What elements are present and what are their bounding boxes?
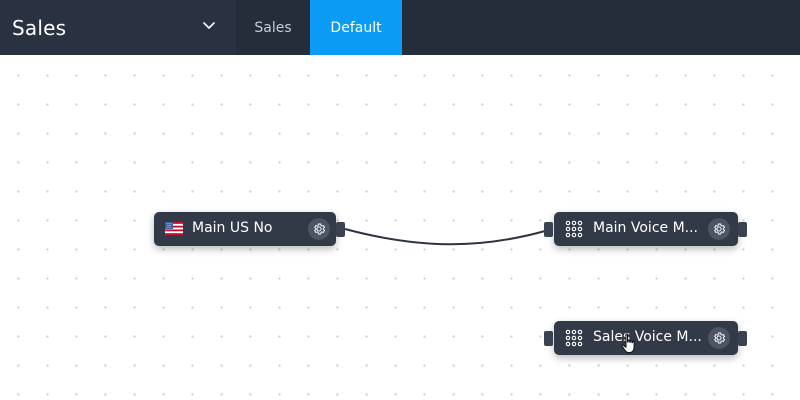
top-bar: Sales Sales Default <box>0 0 800 55</box>
tab-default[interactable]: Default <box>310 0 402 55</box>
gear-icon[interactable] <box>708 218 730 240</box>
chevron-down-icon[interactable] <box>202 19 216 33</box>
tab-sales[interactable]: Sales <box>236 0 310 55</box>
input-port[interactable] <box>544 331 553 346</box>
output-port[interactable] <box>336 222 345 237</box>
app-window: Sales Sales Default Main US No Main Voic… <box>0 0 800 400</box>
flow-node-sales-voice-menu[interactable]: Sales Voice M... <box>544 321 747 355</box>
output-port[interactable] <box>738 222 747 237</box>
dialpad-icon <box>565 220 583 238</box>
workspace-title: Sales <box>12 15 67 40</box>
flow-node-main-voice-menu[interactable]: Main Voice M... <box>544 212 747 246</box>
output-port[interactable] <box>738 331 747 346</box>
input-port[interactable] <box>544 222 553 237</box>
node-label: Main US No <box>192 220 273 236</box>
gear-icon[interactable] <box>708 327 730 349</box>
dialpad-icon <box>565 329 583 347</box>
node-label: Sales Voice M... <box>593 329 701 345</box>
node-label: Main Voice M... <box>593 220 699 236</box>
us-flag-icon <box>165 222 183 235</box>
flow-node-main-us-no[interactable]: Main US No <box>154 212 345 246</box>
gear-icon[interactable] <box>308 218 330 240</box>
workspace-selector[interactable]: Sales <box>0 0 236 55</box>
